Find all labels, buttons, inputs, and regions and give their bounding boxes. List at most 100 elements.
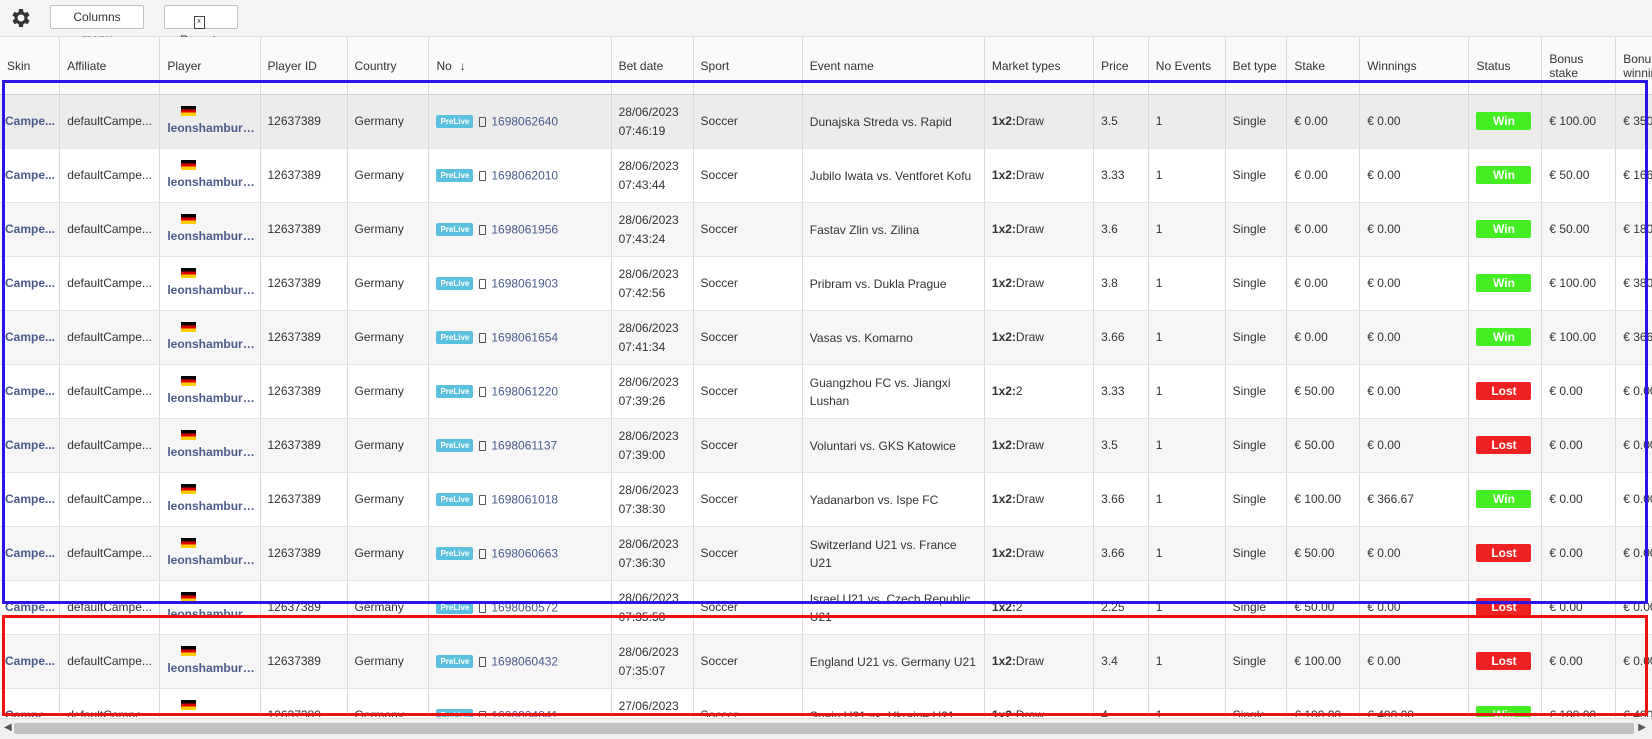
cell-stake: € 50.00 [1286,580,1361,635]
bet-date: 28/06/2023 [618,266,679,281]
player-link[interactable]: leonshamburg... [167,659,255,678]
cell-price: 3.33 [1093,148,1149,203]
header-stake[interactable]: Stake [1286,37,1361,95]
player-link[interactable]: leonshamburg... [167,497,255,516]
cell-skin[interactable]: Campe... [0,94,61,149]
header-no[interactable]: No ↓ [428,37,612,95]
reports-button[interactable]: xReports [164,5,238,47]
bet-number-link[interactable]: 1698061137 [491,438,557,452]
header-no-events[interactable]: No Events [1148,37,1226,95]
cell-price: 2.25 [1093,580,1149,635]
cell-player[interactable]: leonshamburg... [159,580,261,635]
table-row[interactable]: Campe...defaultCampe...leonshamburg...12… [0,472,1652,527]
player-link[interactable]: leonshamburg... [167,551,255,570]
cell-skin[interactable]: Campe... [0,580,61,635]
market-type: 1x2: [991,600,1016,614]
gear-icon[interactable] [8,6,32,30]
scrollbar-thumb[interactable] [14,723,1634,734]
bet-number-link[interactable]: 1698060432 [491,654,558,668]
header-country[interactable]: Country [347,37,430,95]
cell-player[interactable]: leonshamburg... [159,526,261,581]
cell-no-events: 1 [1148,364,1226,419]
cell-skin[interactable]: Campe... [0,364,61,419]
header-market-types[interactable]: Market types [984,37,1095,95]
cell-player[interactable]: leonshamburg... [159,418,261,473]
germany-flag-icon [181,645,197,656]
header-bet-type[interactable]: Bet type [1225,37,1288,95]
table-row[interactable]: Campe...defaultCampe...leonshamburg...12… [0,148,1652,203]
cell-event-name: Fastav Zlin vs. Zilina [802,202,985,257]
player-link[interactable]: leonshamburg... [167,443,255,462]
bet-number-link[interactable]: 1698061654 [491,330,558,344]
player-link[interactable]: leonshamburg... [167,335,255,354]
player-link[interactable]: leonshamburg... [167,713,255,718]
player-link[interactable]: leonshamburg... [167,281,255,300]
cell-skin[interactable]: Campe... [0,526,61,581]
columns-menu-button[interactable]: Columns menu [50,5,144,46]
cell-skin[interactable]: Campe... [0,634,61,689]
header-bet-date[interactable]: Bet date [611,37,694,95]
player-link[interactable]: leonshamburg... [167,119,255,138]
table-row[interactable]: Campe...defaultCampe...leonshamburg...12… [0,634,1652,689]
cell-no-events: 1 [1148,202,1226,257]
player-link[interactable]: leonshamburg... [167,173,255,192]
cell-skin[interactable]: Campe... [0,418,61,473]
germany-flag-icon [181,537,197,548]
horizontal-scrollbar[interactable]: ◀ ▶ [0,718,1652,739]
cell-skin[interactable]: Campe... [0,256,61,311]
cell-skin[interactable]: Campe... [0,202,61,257]
cell-player[interactable]: leonshamburg... [159,364,261,419]
cell-skin[interactable]: Campe... [0,310,61,365]
header-player[interactable]: Player [159,37,261,95]
header-affiliate[interactable]: Affiliate [59,37,161,95]
bet-number-link[interactable]: 1698060663 [491,546,558,560]
table-row[interactable]: Campe...defaultCampe...leonshamburg...12… [0,310,1652,365]
header-sport[interactable]: Sport [693,37,803,95]
header-event-name[interactable]: Event name [802,37,985,95]
table-row[interactable]: Campe...defaultCampe...leonshamburg...12… [0,526,1652,581]
header-winnings[interactable]: Winnings [1359,37,1470,95]
header-price[interactable]: Price [1093,37,1149,95]
cell-player[interactable]: leonshamburg... [159,94,261,149]
player-link[interactable]: leonshamburg... [167,389,255,408]
bet-number-link[interactable]: 1698062640 [491,114,558,128]
cell-country: Germany [347,310,430,365]
scroll-left-arrow-icon[interactable]: ◀ [4,722,12,733]
table-row[interactable]: Campe...defaultCampe...leonshamburg...12… [0,364,1652,419]
bet-number-link[interactable]: 1698061018 [491,492,558,506]
cell-player[interactable]: leonshamburg... [159,310,261,365]
scroll-right-arrow-icon[interactable]: ▶ [1638,722,1646,733]
cell-player[interactable]: leonshamburg... [159,202,261,257]
cell-bonus-winnings: € 0.00 [1615,526,1652,581]
cell-skin[interactable]: Campe... [0,688,61,717]
header-skin[interactable]: Skin [0,37,61,95]
player-link[interactable]: leonshamburg... [167,227,255,246]
bet-number-link[interactable]: 1698061956 [491,222,558,236]
table-row[interactable]: Campe...defaultCampe...leonshamburg...12… [0,418,1652,473]
cell-player[interactable]: leonshamburg... [159,256,261,311]
bet-number-link[interactable]: 1698062010 [491,168,558,182]
prelive-badge: PreLive [436,115,474,129]
header-bonus-winnings[interactable]: Bonus winnin [1615,37,1652,95]
player-link[interactable]: leonshamburg... [167,605,255,624]
cell-price: 3.66 [1093,526,1149,581]
table-row[interactable]: Campe...defaultCampe...leonshamburg...12… [0,688,1652,718]
header-bonus-stake[interactable]: Bonus stake [1541,37,1617,95]
cell-market-types: 1x2:Draw [984,634,1095,689]
cell-skin[interactable]: Campe... [0,472,61,527]
table-row[interactable]: Campe...defaultCampe...leonshamburg...12… [0,94,1652,149]
header-player-id[interactable]: Player ID [260,37,348,95]
table-row[interactable]: Campe...defaultCampe...leonshamburg...12… [0,580,1652,635]
cell-player[interactable]: leonshamburg... [159,148,261,203]
cell-player[interactable]: leonshamburg... [159,472,261,527]
header-status[interactable]: Status [1468,37,1543,95]
bet-number-link[interactable]: 1698061903 [491,276,558,290]
table-row[interactable]: Campe...defaultCampe...leonshamburg...12… [0,202,1652,257]
cell-player[interactable]: leonshamburg... [159,634,261,689]
table-row[interactable]: Campe...defaultCampe...leonshamburg...12… [0,256,1652,311]
cell-player[interactable]: leonshamburg... [159,688,261,718]
bet-number-link[interactable]: 1698061220 [491,384,558,398]
bet-number-link[interactable]: 1698060572 [491,600,558,614]
bet-number-link[interactable]: 1696804841 [491,708,558,717]
cell-skin[interactable]: Campe... [0,148,61,203]
